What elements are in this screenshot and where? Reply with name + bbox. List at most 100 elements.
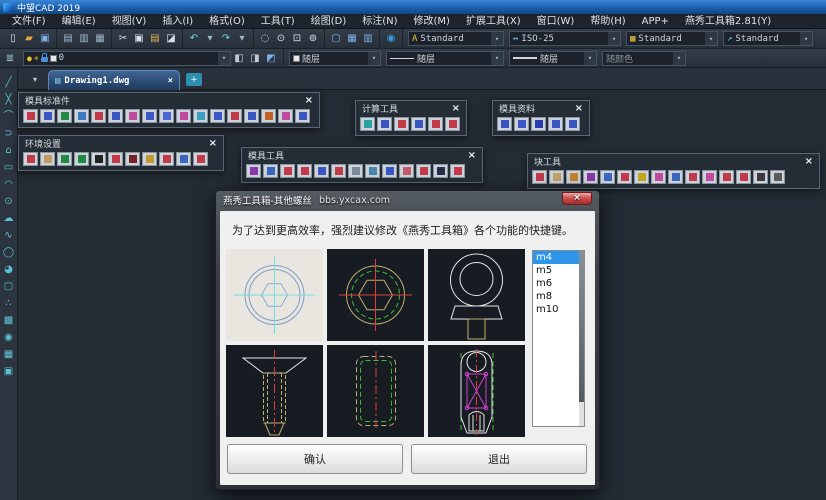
redo-dropdown-icon[interactable]: ▾ <box>234 31 250 46</box>
palette-5-tool-icon-3[interactable] <box>583 170 598 184</box>
palette-3-tool-icon-8[interactable] <box>159 152 174 166</box>
draw-tool-icon-6[interactable]: ◠ <box>4 178 13 191</box>
palette-0-tool-icon-7[interactable] <box>142 109 157 123</box>
palette-0-tool-icon-0[interactable] <box>23 109 38 123</box>
cut-icon[interactable]: ✂ <box>115 31 131 46</box>
text-style-combo[interactable]: AStandard▾ <box>408 31 504 46</box>
menu-item-12[interactable]: APP+ <box>634 14 677 29</box>
palette-3-tool-icon-7[interactable] <box>142 152 157 166</box>
new-tab-button[interactable]: + <box>186 73 202 86</box>
menu-item-1[interactable]: 编辑(E) <box>54 14 104 29</box>
draw-tool-icon-12[interactable]: ▢ <box>4 280 13 293</box>
palette-3-tool-icon-9[interactable] <box>176 152 191 166</box>
layer-isolate-icon[interactable]: ◩ <box>263 51 279 66</box>
paste-icon[interactable]: ▤ <box>147 31 163 46</box>
chevron-down-icon[interactable]: ▾ <box>608 32 620 45</box>
palette-4-tool-icon-2[interactable] <box>280 164 295 178</box>
draw-tool-icon-1[interactable]: ╳ <box>5 93 11 106</box>
palette-1-tool-icon-2[interactable] <box>394 117 409 131</box>
size-option-m5[interactable]: m5 <box>533 264 584 277</box>
open-file-icon[interactable]: ▰ <box>21 31 37 46</box>
size-option-m8[interactable]: m8 <box>533 290 584 303</box>
palette-0-tool-icon-13[interactable] <box>244 109 259 123</box>
thumbnail-dowel-outline[interactable] <box>327 345 424 437</box>
chevron-down-icon[interactable]: ▾ <box>705 32 717 45</box>
palette-5-tool-icon-11[interactable] <box>719 170 734 184</box>
plot-style-combo[interactable]: 随颜色 ▾ <box>602 51 686 66</box>
draw-tool-icon-17[interactable]: ▣ <box>4 365 13 378</box>
tab-close-icon[interactable]: × <box>168 76 173 86</box>
chevron-down-icon[interactable]: ▾ <box>673 52 685 65</box>
palette-5-tool-icon-14[interactable] <box>770 170 785 184</box>
palette-4-tool-icon-3[interactable] <box>297 164 312 178</box>
chevron-down-icon[interactable]: ▾ <box>491 52 503 65</box>
save-icon[interactable]: ▣ <box>37 31 53 46</box>
menu-item-6[interactable]: 绘图(D) <box>303 14 355 29</box>
draw-tool-icon-5[interactable]: ▭ <box>4 161 13 174</box>
online-help-icon[interactable]: ◉ <box>383 31 399 46</box>
close-icon[interactable]: × <box>468 151 476 161</box>
palette-2-tool-icon-3[interactable] <box>548 117 563 131</box>
palette-3-tool-icon-4[interactable] <box>91 152 106 166</box>
palette-0-tool-icon-4[interactable] <box>91 109 106 123</box>
palette-1-tool-icon-1[interactable] <box>377 117 392 131</box>
palette-0-tool-icon-15[interactable] <box>278 109 293 123</box>
zoom-window-icon[interactable]: ⊡ <box>289 31 305 46</box>
palette-1-tool-icon-0[interactable] <box>360 117 375 131</box>
dimension-style-combo[interactable]: ↔ISO-25▾ <box>509 31 621 46</box>
palette-3-tool-icon-2[interactable] <box>57 152 72 166</box>
exit-button[interactable]: 退出 <box>411 444 587 474</box>
palette-3-tool-icon-10[interactable] <box>193 152 208 166</box>
tab-list-dropdown-icon[interactable]: ▾ <box>28 73 42 86</box>
menu-item-13[interactable]: 燕秀工具箱2.81(Y) <box>677 14 779 29</box>
thumbnail-eye-bolt[interactable] <box>428 249 525 341</box>
menu-item-7[interactable]: 标注(N) <box>354 14 405 29</box>
palette-5-tool-icon-12[interactable] <box>736 170 751 184</box>
menu-item-0[interactable]: 文件(F) <box>4 14 54 29</box>
palette-titlebar[interactable]: 模具工具 × <box>242 148 482 163</box>
size-option-m10[interactable]: m10 <box>533 303 584 316</box>
layer-combo[interactable]: ● ☀ 0 ▾ <box>23 51 231 66</box>
chevron-down-icon[interactable]: ▾ <box>584 52 596 65</box>
chevron-down-icon[interactable]: ▾ <box>491 32 503 45</box>
redo-icon[interactable]: ↷ <box>218 31 234 46</box>
palette-5-tool-icon-1[interactable] <box>549 170 564 184</box>
draw-tool-icon-13[interactable]: ∴ <box>5 297 11 310</box>
palette-5-tool-icon-8[interactable] <box>668 170 683 184</box>
palette-3-tool-icon-6[interactable] <box>125 152 140 166</box>
palette-2-tool-icon-0[interactable] <box>497 117 512 131</box>
draw-tool-icon-14[interactable]: ▩ <box>4 314 13 327</box>
draw-tool-icon-3[interactable]: ⊃ <box>4 127 12 140</box>
draw-tool-icon-2[interactable]: ⌒ <box>4 110 14 123</box>
draw-tool-icon-15[interactable]: ◉ <box>4 331 13 344</box>
zoom-previous-icon[interactable]: ⊚ <box>305 31 321 46</box>
palette-0-tool-icon-6[interactable] <box>125 109 140 123</box>
print-preview-icon[interactable]: ▥ <box>76 31 92 46</box>
plot-icon[interactable]: ▦ <box>92 31 108 46</box>
palette-titlebar[interactable]: 模具资料 × <box>493 101 589 116</box>
layout-icon[interactable]: ▥ <box>360 31 376 46</box>
layer-states-icon[interactable]: ◨ <box>247 51 263 66</box>
draw-tool-icon-8[interactable]: ☁ <box>4 212 14 225</box>
undo-icon[interactable]: ↶ <box>186 31 202 46</box>
menu-item-10[interactable]: 窗口(W) <box>529 14 583 29</box>
palette-4-tool-icon-6[interactable] <box>348 164 363 178</box>
palette-2-tool-icon-4[interactable] <box>565 117 580 131</box>
layer-previous-icon[interactable]: ◧ <box>231 51 247 66</box>
palette-0-tool-icon-2[interactable] <box>57 109 72 123</box>
document-tab-active[interactable]: ▤ Drawing1.dwg × <box>48 70 180 90</box>
palette-5-tool-icon-0[interactable] <box>532 170 547 184</box>
size-option-m4[interactable]: m4 <box>533 251 584 264</box>
menu-item-4[interactable]: 格式(O) <box>201 14 253 29</box>
close-icon[interactable]: × <box>305 96 313 106</box>
palette-4-tool-icon-5[interactable] <box>331 164 346 178</box>
palette-5-tool-icon-10[interactable] <box>702 170 717 184</box>
palette-4-tool-icon-9[interactable] <box>399 164 414 178</box>
model-space-icon[interactable]: ▢ <box>328 31 344 46</box>
palette-titlebar[interactable]: 模具标准件 × <box>19 93 319 108</box>
palette-0-tool-icon-12[interactable] <box>227 109 242 123</box>
draw-tool-icon-10[interactable]: ◯ <box>3 246 14 259</box>
draw-tool-icon-16[interactable]: ▦ <box>4 348 13 361</box>
palette-0-tool-icon-10[interactable] <box>193 109 208 123</box>
palette-3-tool-icon-3[interactable] <box>74 152 89 166</box>
